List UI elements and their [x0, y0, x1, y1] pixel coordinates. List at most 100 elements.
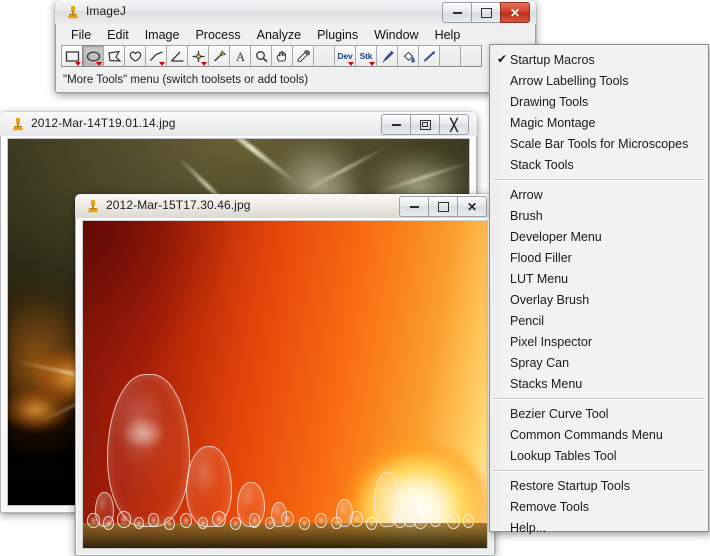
menu-item-pixel-inspector[interactable]: Pixel Inspector — [490, 331, 708, 352]
menu-item-label: Bezier Curve Tool — [510, 406, 609, 421]
microscope-icon — [13, 118, 23, 131]
dropdown-triangle-icon — [159, 62, 165, 66]
menu-process[interactable]: Process — [187, 26, 248, 44]
menu-item-label: Spray Can — [510, 355, 570, 370]
menu-item-startup-macros[interactable]: ✔ Startup Macros — [490, 49, 708, 70]
menu-item-label: Scale Bar Tools for Microscopes — [510, 136, 689, 151]
eyedropper-tool[interactable] — [292, 45, 314, 67]
menu-item-spray-can[interactable]: Spray Can — [490, 352, 708, 373]
menu-item-arrow-labelling-tools[interactable]: Arrow Labelling Tools — [490, 70, 708, 91]
restore-button[interactable] — [410, 114, 439, 135]
menu-file[interactable]: File — [63, 26, 99, 44]
more-tools-popup-menu[interactable]: ✔ Startup Macros Arrow Labelling Tools D… — [489, 44, 709, 535]
menu-item-label: Remove Tools — [510, 499, 589, 514]
polygon-tool[interactable] — [103, 45, 125, 67]
developer-menu-tool[interactable]: Dev — [334, 45, 356, 67]
svg-text:A: A — [235, 50, 244, 63]
imagej-menubar[interactable]: File Edit Image Process Analyze Plugins … — [56, 24, 535, 45]
maximize-button[interactable] — [471, 2, 500, 23]
microscope-icon — [88, 200, 98, 213]
check-icon: ✔ — [497, 52, 508, 66]
menu-plugins[interactable]: Plugins — [309, 26, 366, 44]
flood-fill-tool[interactable] — [397, 45, 419, 67]
dropdown-triangle-icon — [348, 62, 354, 66]
close-button[interactable]: ✕ — [457, 196, 487, 217]
image-window-2-canvas[interactable] — [82, 220, 488, 549]
menu-item-common-commands-menu[interactable]: Common Commands Menu — [490, 424, 708, 445]
menu-item-lookup-tables-tool[interactable]: Lookup Tables Tool — [490, 445, 708, 466]
imagej-toolbar[interactable]: A Dev Stk — [61, 45, 482, 67]
minimize-button[interactable] — [381, 114, 410, 135]
dev-icon: Dev — [337, 50, 353, 61]
text-tool[interactable]: A — [229, 45, 251, 67]
minimize-button[interactable] — [442, 2, 471, 23]
menu-separator-1 — [493, 179, 704, 180]
freehand-tool[interactable] — [124, 45, 146, 67]
image-window-1-title: 2012-Mar-14T19.01.14.jpg — [31, 116, 176, 130]
stk-icon: Stk — [359, 50, 373, 61]
menu-item-stacks-menu[interactable]: Stacks Menu — [490, 373, 708, 394]
menu-item-magic-montage[interactable]: Magic Montage — [490, 112, 708, 133]
close-button[interactable]: ╳ — [439, 114, 469, 135]
menu-item-overlay-brush[interactable]: Overlay Brush — [490, 289, 708, 310]
menu-item-developer-menu[interactable]: Developer Menu — [490, 226, 708, 247]
menu-item-brush[interactable]: Brush — [490, 205, 708, 226]
menu-item-bezier-curve-tool[interactable]: Bezier Curve Tool — [490, 403, 708, 424]
close-icon: ╳ — [450, 117, 458, 132]
stacks-menu-tool[interactable]: Stk — [355, 45, 377, 67]
menu-item-stack-tools[interactable]: Stack Tools — [490, 154, 708, 175]
image-window-2-controls[interactable]: ✕ — [399, 196, 487, 217]
empty-slot-2[interactable] — [439, 45, 461, 67]
restore-icon — [419, 119, 431, 130]
point-tool[interactable] — [187, 45, 209, 67]
menu-item-help[interactable]: Help... — [490, 517, 708, 538]
menu-edit[interactable]: Edit — [99, 26, 137, 44]
minimize-button[interactable] — [399, 196, 428, 217]
line-tool[interactable] — [145, 45, 167, 67]
empty-slot-1[interactable] — [313, 45, 335, 67]
menu-item-label: Overlay Brush — [510, 292, 590, 307]
imagej-window-controls[interactable]: ✕ — [442, 2, 530, 23]
menu-item-label: Startup Macros — [510, 52, 595, 67]
menu-item-label: Pencil — [510, 313, 545, 328]
menu-image[interactable]: Image — [137, 26, 188, 44]
microscope-icon — [68, 6, 78, 19]
menu-item-label: Flood Filler — [510, 250, 572, 265]
close-button[interactable]: ✕ — [500, 2, 530, 23]
menu-item-label: Common Commands Menu — [510, 427, 663, 442]
menu-item-label: Restore Startup Tools — [510, 478, 630, 493]
hand-tool[interactable] — [271, 45, 293, 67]
magnifier-tool[interactable] — [250, 45, 272, 67]
menu-item-lut-menu[interactable]: LUT Menu — [490, 268, 708, 289]
menu-item-scale-bar-tools[interactable]: Scale Bar Tools for Microscopes — [490, 133, 708, 154]
sunset-fractal-artwork-2 — [83, 221, 487, 548]
image-window-1-controls[interactable]: ╳ — [381, 114, 469, 135]
menu-item-label: LUT Menu — [510, 271, 569, 286]
arrow-tool[interactable] — [418, 45, 440, 67]
menu-item-pencil[interactable]: Pencil — [490, 310, 708, 331]
dropdown-triangle-icon — [369, 62, 375, 66]
menu-item-flood-filler[interactable]: Flood Filler — [490, 247, 708, 268]
imagej-main-window[interactable]: ImageJ ✕ File Edit Image Process Analyze… — [55, 0, 536, 93]
menu-items-container: ✔ Startup Macros Arrow Labelling Tools D… — [490, 45, 708, 535]
minimize-icon — [409, 205, 419, 208]
image-window-2[interactable]: 2012-Mar-15T17.30.46.jpg ✕ — [75, 194, 495, 556]
rectangle-tool[interactable] — [61, 45, 83, 67]
imagej-window-body: File Edit Image Process Analyze Plugins … — [56, 24, 535, 92]
dropdown-triangle-icon — [96, 62, 102, 66]
menu-analyze[interactable]: Analyze — [249, 26, 309, 44]
menu-window[interactable]: Window — [366, 26, 426, 44]
menu-item-restore-startup-tools[interactable]: Restore Startup Tools — [490, 475, 708, 496]
oval-tool[interactable] — [82, 45, 104, 67]
minimize-icon — [452, 11, 462, 14]
maximize-button[interactable] — [428, 196, 457, 217]
wand-tool[interactable] — [208, 45, 230, 67]
menu-help[interactable]: Help — [427, 26, 469, 44]
menu-item-label: Magic Montage — [510, 115, 596, 130]
menu-item-remove-tools[interactable]: Remove Tools — [490, 496, 708, 517]
menu-item-drawing-tools[interactable]: Drawing Tools — [490, 91, 708, 112]
angle-tool[interactable] — [166, 45, 188, 67]
more-tools-button[interactable] — [460, 45, 482, 67]
paintbrush-tool[interactable] — [376, 45, 398, 67]
menu-item-arrow[interactable]: Arrow — [490, 184, 708, 205]
